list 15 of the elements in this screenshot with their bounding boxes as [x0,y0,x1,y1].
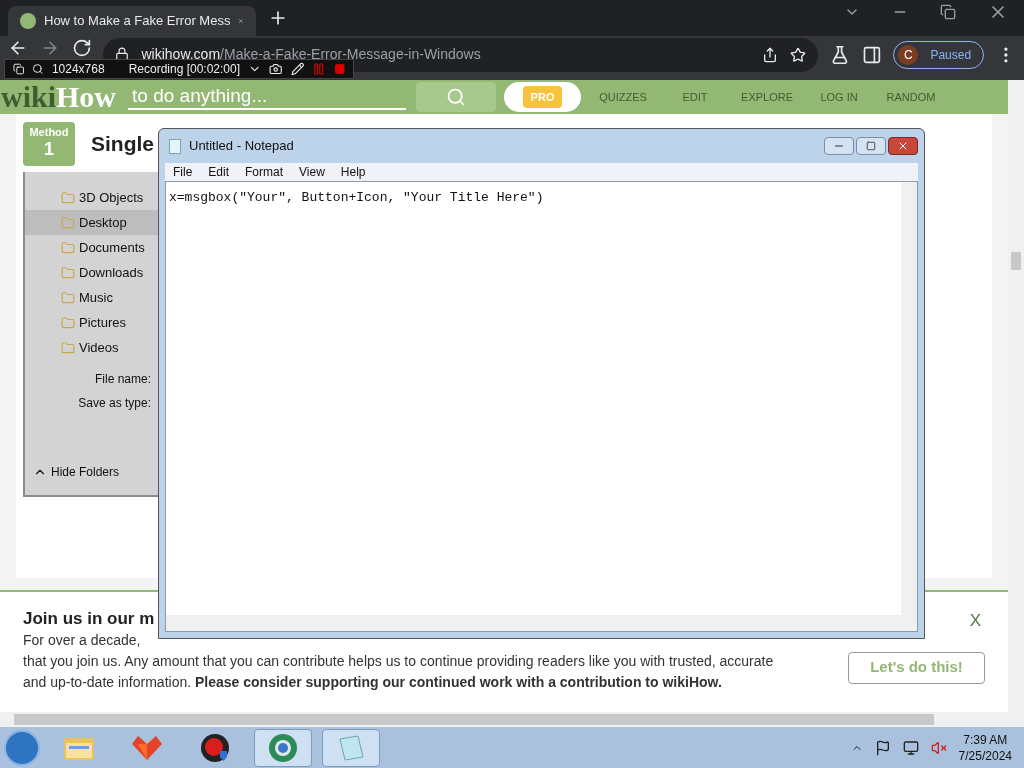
step-heading: Single [91,131,154,158]
clock-date: 7/25/2024 [958,747,1012,764]
editor-text: x=msgbox("Your", Button+Icon, "Your Title Here") [169,190,544,205]
banner-text: For over a decade, [23,631,141,650]
clock-time: 7:39 AM [963,731,1008,748]
avatar: C [898,45,919,65]
window-title: Untitled - Notepad [189,137,294,156]
resolution-label: 1024x768 [51,61,105,78]
banner-text: and up-to-date information. Please consider supporting our continued work with a contribution to wikiHow. [23,673,722,692]
url-text: wikihow.com/Make-a-Fake-Error-Message-in-Windows [141,46,481,62]
method-badge: Method 1 [23,122,75,166]
banner-heading: Join us in our m [23,608,155,630]
field-label: Save as type: [77,395,151,412]
banner-text: that you join us. Any amount that you can contribute helps us to continue providing readers like you with trusted, accurate [23,652,774,671]
field-label: File name: [93,371,151,388]
